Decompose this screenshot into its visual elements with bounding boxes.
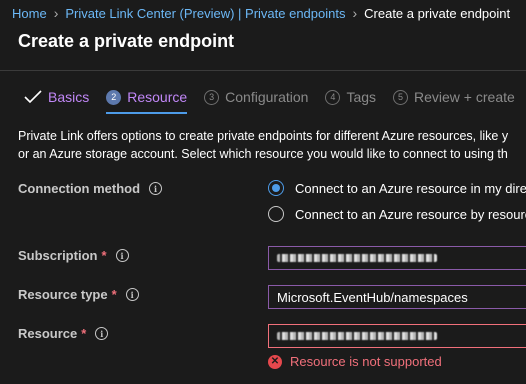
breadcrumb-current: Create a private endpoint <box>364 5 511 21</box>
subscription-text: Subscription <box>18 248 98 263</box>
info-icon[interactable]: i <box>95 327 109 340</box>
resource-description: Private Link offers options to create pr… <box>18 127 526 163</box>
info-icon[interactable]: i <box>149 182 163 195</box>
radio-label: Connect to an Azure resource in my dire <box>295 180 526 196</box>
description-line: Private Link offers options to create pr… <box>18 129 509 143</box>
redacted-value <box>277 254 437 262</box>
resource-type-select[interactable]: Microsoft.EventHub/namespaces <box>268 285 526 309</box>
error-text: Resource is not supported <box>290 354 442 369</box>
header-divider <box>0 70 526 71</box>
description-line: or an Azure storage account. Select whic… <box>18 147 508 161</box>
connection-method-text: Connection method <box>18 181 141 196</box>
breadcrumb-separator: › <box>53 5 59 21</box>
breadcrumb-private-link-center-link[interactable]: Private Link Center (Preview) | Private … <box>65 6 345 21</box>
radio-label: Connect to an Azure resource by resourc <box>295 206 526 222</box>
breadcrumb-home-link[interactable]: Home <box>12 6 47 21</box>
tab-basics[interactable]: Basics <box>24 84 89 110</box>
required-marker: * <box>111 287 117 302</box>
resource-type-label: Resource type * i <box>18 287 139 302</box>
tab-label: Configuration <box>225 89 309 105</box>
step-number-icon: 5 <box>393 89 409 105</box>
resource-type-value: Microsoft.EventHub/namespaces <box>277 289 468 305</box>
radio-selected-icon <box>268 180 284 196</box>
info-icon[interactable]: i <box>125 288 139 301</box>
subscription-select[interactable] <box>268 246 526 270</box>
tab-tags[interactable]: 4 Tags <box>325 84 376 110</box>
radio-unselected-icon <box>268 206 284 222</box>
radio-connect-in-directory[interactable]: Connect to an Azure resource in my dire <box>268 180 526 196</box>
radio-connect-by-resource-id[interactable]: Connect to an Azure resource by resourc <box>268 206 526 222</box>
wizard-tabs: Basics 2 Resource 3 Configuration 4 Tags… <box>24 84 526 114</box>
step-number-icon: 2 <box>106 89 122 105</box>
breadcrumb: Home › Private Link Center (Preview) | P… <box>12 0 526 26</box>
subscription-label: Subscription * i <box>18 248 129 263</box>
checkmark-icon <box>24 90 42 104</box>
tab-label: Review + create <box>414 89 515 105</box>
resource-error-message: ✕ Resource is not supported <box>268 354 442 369</box>
resource-type-text: Resource type <box>18 287 108 302</box>
tab-review-create[interactable]: 5 Review + create <box>393 84 515 110</box>
tab-configuration[interactable]: 3 Configuration <box>204 84 308 110</box>
step-number-icon: 4 <box>325 89 341 105</box>
page-title: Create a private endpoint <box>18 31 235 51</box>
error-icon: ✕ <box>268 354 282 369</box>
connection-method-label: Connection method i <box>18 181 163 196</box>
required-marker: * <box>81 326 87 341</box>
step-number-icon: 3 <box>204 89 220 105</box>
required-marker: * <box>101 248 107 263</box>
tab-resource[interactable]: 2 Resource <box>106 84 188 114</box>
redacted-value <box>277 332 437 340</box>
tab-label: Basics <box>48 89 90 105</box>
resource-select[interactable] <box>268 324 526 348</box>
tab-label: Resource <box>127 89 188 105</box>
resource-text: Resource <box>18 326 78 341</box>
tab-label: Tags <box>346 89 377 105</box>
resource-label: Resource * i <box>18 326 109 341</box>
breadcrumb-separator: › <box>352 5 358 21</box>
info-icon[interactable]: i <box>115 249 129 262</box>
